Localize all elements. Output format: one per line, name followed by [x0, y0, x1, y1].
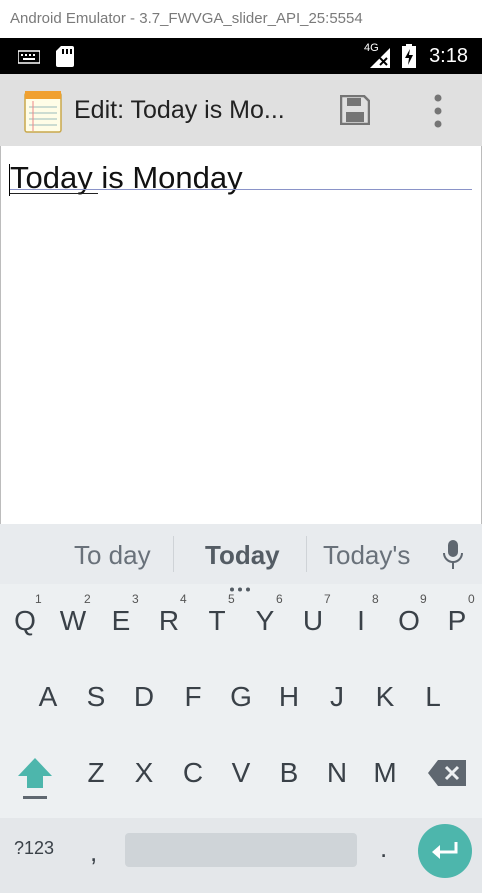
key-label: H — [278, 681, 300, 712]
key-c[interactable]: C — [169, 742, 217, 804]
keyboard-bottom-row: ?123 , . — [0, 818, 482, 893]
key-label: T — [208, 605, 226, 636]
key-label: B — [279, 757, 299, 788]
key-label: G — [230, 681, 252, 712]
key-label: Q — [14, 605, 36, 636]
key-k[interactable]: K — [361, 666, 409, 728]
battery-icon — [402, 44, 416, 72]
key-label: Y — [255, 605, 275, 636]
key-label: N — [326, 757, 348, 788]
shift-icon[interactable] — [16, 756, 54, 806]
key-n[interactable]: N — [313, 742, 361, 804]
mic-icon[interactable] — [443, 540, 463, 574]
key-hint: 2 — [84, 592, 91, 606]
status-bar: 4G 3:18 — [0, 38, 482, 74]
key-l[interactable]: L — [409, 666, 457, 728]
key-hint: 1 — [35, 592, 42, 606]
key-hint: 5 — [228, 592, 235, 606]
notepad-icon — [24, 89, 62, 137]
key-x[interactable]: X — [120, 742, 168, 804]
key-label: L — [425, 681, 441, 712]
key-label: M — [373, 757, 397, 788]
soft-keyboard: To day Today Today's Q 1 W 2 E 3 R 4 T 5… — [0, 524, 482, 893]
app-bar: Edit: Today is Mo... — [0, 74, 482, 146]
key-label: V — [231, 757, 251, 788]
key-label: F — [184, 681, 202, 712]
key-label: R — [158, 605, 180, 636]
key-d[interactable]: D — [120, 666, 168, 728]
key-hint: 9 — [420, 592, 427, 606]
app-bar-title: Edit: Today is Mo... — [74, 96, 285, 124]
backspace-icon[interactable] — [428, 760, 466, 790]
key-label: P — [447, 605, 467, 636]
key-a[interactable]: A — [24, 666, 72, 728]
note-text[interactable]: Today is Monday — [10, 160, 243, 196]
key-b[interactable]: B — [265, 742, 313, 804]
key-v[interactable]: V — [217, 742, 265, 804]
comma-key[interactable]: , — [90, 822, 97, 882]
suggestion-left[interactable]: To day — [74, 524, 151, 586]
key-z[interactable]: Z — [72, 742, 120, 804]
space-bar[interactable] — [125, 833, 357, 867]
enter-button[interactable] — [418, 824, 472, 878]
symbols-key[interactable]: ?123 — [14, 818, 54, 878]
key-label: O — [398, 605, 420, 636]
key-label: I — [357, 605, 365, 636]
suggestion-divider — [306, 536, 307, 572]
key-hint: 0 — [468, 592, 475, 606]
key-label: C — [182, 757, 204, 788]
text-line — [10, 189, 472, 190]
key-hint: 6 — [276, 592, 283, 606]
window-title: Android Emulator - 3.7_FWVGA_slider_API_… — [0, 0, 482, 38]
key-h[interactable]: H — [265, 666, 313, 728]
overflow-menu-icon[interactable] — [433, 94, 443, 132]
key-m[interactable]: M — [361, 742, 409, 804]
key-label: X — [134, 757, 154, 788]
suggestion-divider — [173, 536, 174, 572]
period-key[interactable]: . — [380, 818, 387, 878]
key-hint: 3 — [132, 592, 139, 606]
save-icon[interactable] — [339, 94, 371, 129]
key-label: U — [302, 605, 324, 636]
key-label: E — [111, 605, 131, 636]
key-s[interactable]: S — [72, 666, 120, 728]
key-label: J — [330, 681, 344, 712]
suggestion-strip: To day Today Today's — [0, 524, 482, 592]
sd-card-icon — [56, 46, 74, 71]
key-f[interactable]: F — [169, 666, 217, 728]
key-label: Z — [87, 757, 105, 788]
composing-underline — [10, 193, 98, 194]
key-hint: 7 — [324, 592, 331, 606]
key-j[interactable]: J — [313, 666, 361, 728]
key-g[interactable]: G — [217, 666, 265, 728]
suggestion-right[interactable]: Today's — [323, 524, 410, 586]
key-label: S — [86, 681, 106, 712]
key-hint: 4 — [180, 592, 187, 606]
signal-icon — [368, 46, 392, 72]
key-label: A — [38, 681, 58, 712]
key-label: D — [133, 681, 155, 712]
note-editor[interactable]: Today is Monday — [0, 146, 482, 524]
enter-icon — [430, 840, 460, 866]
key-label: K — [375, 681, 395, 712]
status-time: 3:18 — [429, 45, 468, 67]
key-hint: 8 — [372, 592, 379, 606]
key-label: W — [59, 605, 87, 636]
keyboard-icon — [17, 49, 41, 68]
